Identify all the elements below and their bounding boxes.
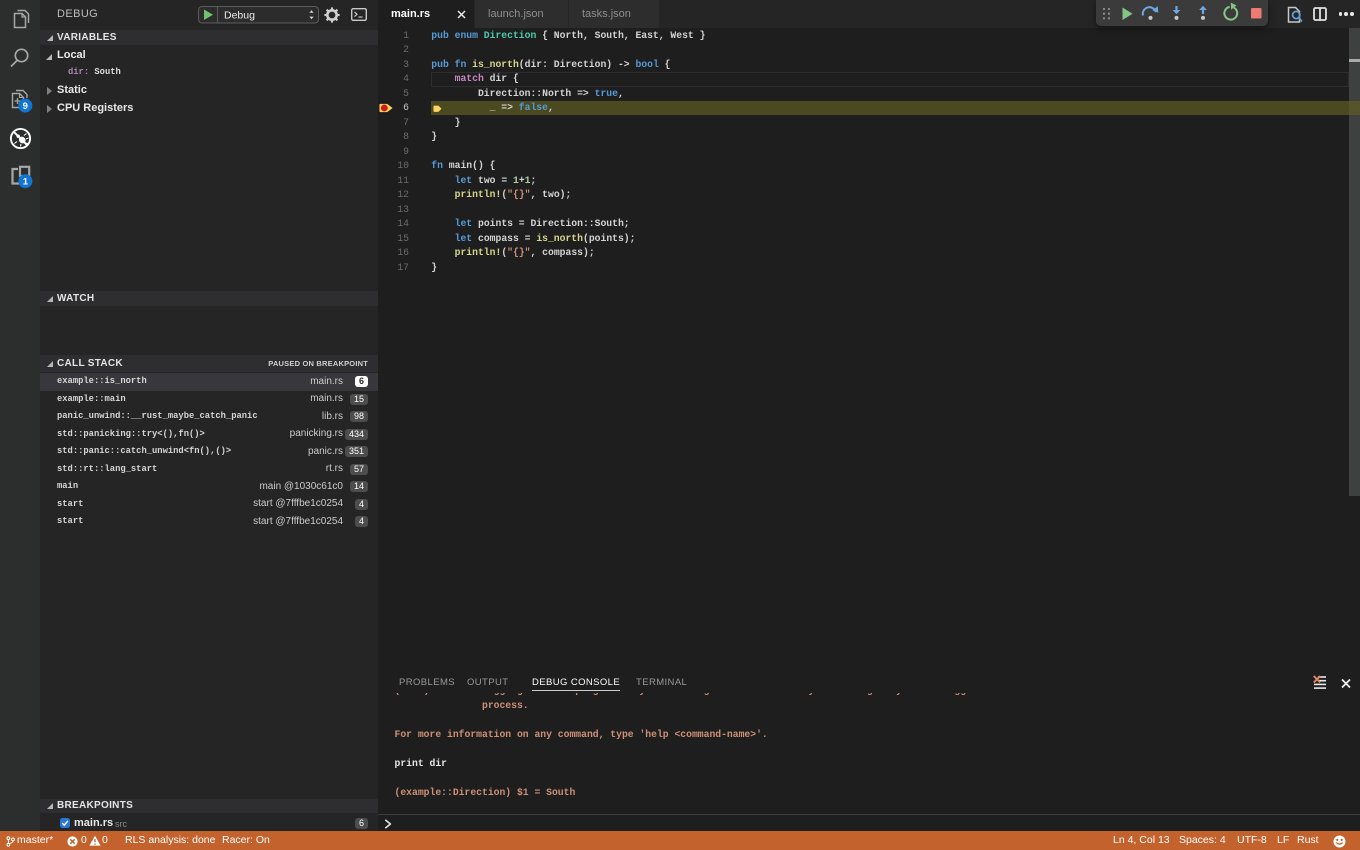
svg-text:Debug: Debug [224,10,255,22]
svg-text:1: 1 [23,177,29,188]
svg-text:9: 9 [23,101,28,112]
